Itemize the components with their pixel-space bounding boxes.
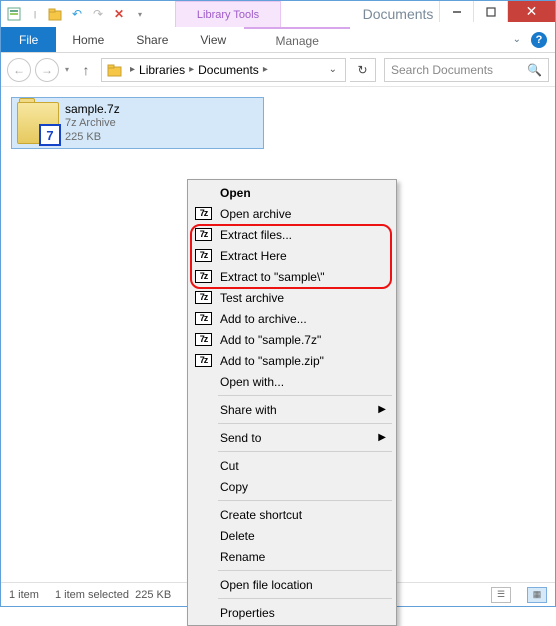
minimize-button[interactable] — [439, 1, 473, 22]
menu-open-file-location[interactable]: Open file location — [190, 574, 394, 595]
7z-icon: 7z — [195, 333, 212, 346]
tab-home[interactable]: Home — [56, 27, 120, 52]
menu-separator — [218, 423, 392, 424]
breadcrumb-separator[interactable]: ▸ — [185, 64, 198, 75]
context-menu: Open 7zOpen archive 7zExtract files... 7… — [187, 179, 397, 626]
7z-icon: 7z — [195, 291, 212, 304]
address-bar: ← → ▾ ↑ ▸ Libraries ▸ Documents ▸ ⌄ ↻ Se… — [1, 53, 555, 87]
breadcrumb-dropdown-icon[interactable]: ⌄ — [323, 64, 343, 75]
menu-separator — [218, 500, 392, 501]
breadcrumb-separator[interactable]: ▸ — [259, 64, 272, 75]
tab-manage[interactable]: Manage — [244, 27, 350, 52]
archive-file-icon: 7 — [17, 102, 59, 144]
menu-delete[interactable]: Delete — [190, 525, 394, 546]
menu-separator — [218, 451, 392, 452]
explorer-window: | ↶ ↷ ✕ ▾ Library Tools Documents ✕ File… — [0, 0, 556, 607]
undo-icon[interactable]: ↶ — [68, 5, 86, 23]
menu-open-archive[interactable]: 7zOpen archive — [190, 203, 394, 224]
tiles-view-button[interactable]: ▦ — [527, 587, 547, 603]
file-size: 225 KB — [65, 130, 120, 144]
new-folder-icon[interactable] — [47, 5, 65, 23]
breadcrumb-libraries[interactable]: Libraries — [139, 63, 185, 77]
qat-divider: | — [26, 5, 44, 23]
menu-open-with[interactable]: Open with... — [190, 371, 394, 392]
menu-add-to-zip[interactable]: 7zAdd to "sample.zip" — [190, 350, 394, 371]
menu-separator — [218, 570, 392, 571]
status-selected: 1 item selected 225 KB — [55, 589, 171, 601]
7z-icon: 7z — [195, 354, 212, 367]
quick-access-toolbar: | ↶ ↷ ✕ ▾ — [1, 1, 153, 27]
back-button[interactable]: ← — [7, 58, 31, 82]
menu-send-to[interactable]: Send to▶ — [190, 427, 394, 448]
delete-qat-icon[interactable]: ✕ — [110, 5, 128, 23]
menu-copy[interactable]: Copy — [190, 476, 394, 497]
nav-history-dropdown-icon[interactable]: ▾ — [63, 65, 71, 74]
7z-icon: 7z — [195, 270, 212, 283]
search-placeholder: Search Documents — [391, 63, 493, 77]
content-area[interactable]: 7 sample.7z 7z Archive 225 KB Open 7zOpe… — [1, 87, 555, 582]
file-item-sample-7z[interactable]: 7 sample.7z 7z Archive 225 KB — [11, 97, 264, 149]
tab-view[interactable]: View — [184, 27, 242, 52]
window-controls: ✕ — [439, 1, 555, 22]
menu-test-archive[interactable]: 7zTest archive — [190, 287, 394, 308]
menu-add-to-archive[interactable]: 7zAdd to archive... — [190, 308, 394, 329]
menu-extract-files[interactable]: 7zExtract files... — [190, 224, 394, 245]
7z-icon: 7z — [195, 249, 212, 262]
ribbon-collapse-icon[interactable]: ⌄ — [513, 34, 521, 45]
submenu-arrow-icon: ▶ — [378, 404, 386, 415]
search-input[interactable]: Search Documents 🔍 — [384, 58, 549, 82]
qat-dropdown-icon[interactable]: ▾ — [131, 5, 149, 23]
properties-icon[interactable] — [5, 5, 23, 23]
breadcrumb-documents[interactable]: Documents — [198, 63, 259, 77]
help-icon[interactable]: ? — [531, 32, 547, 48]
refresh-button[interactable]: ↻ — [350, 58, 376, 82]
submenu-arrow-icon: ▶ — [378, 432, 386, 443]
menu-open[interactable]: Open — [190, 182, 394, 203]
menu-rename[interactable]: Rename — [190, 546, 394, 567]
tab-share[interactable]: Share — [120, 27, 184, 52]
location-icon — [106, 61, 124, 79]
menu-share-with[interactable]: Share with▶ — [190, 399, 394, 420]
7z-icon: 7z — [195, 207, 212, 220]
titlebar: | ↶ ↷ ✕ ▾ Library Tools Documents ✕ — [1, 1, 555, 27]
menu-extract-here[interactable]: 7zExtract Here — [190, 245, 394, 266]
breadcrumb[interactable]: ▸ Libraries ▸ Documents ▸ ⌄ — [101, 58, 346, 82]
status-item-count: 1 item — [9, 589, 39, 601]
menu-properties[interactable]: Properties — [190, 602, 394, 623]
7z-icon: 7z — [195, 228, 212, 241]
menu-cut[interactable]: Cut — [190, 455, 394, 476]
tab-file[interactable]: File — [1, 27, 56, 52]
up-button[interactable]: ↑ — [75, 59, 97, 81]
menu-separator — [218, 395, 392, 396]
ribbon-tabs: File Home Share View Manage ⌄ ? — [1, 27, 555, 53]
file-type: 7z Archive — [65, 116, 120, 130]
details-view-button[interactable]: ☰ — [491, 587, 511, 603]
search-icon: 🔍 — [527, 63, 542, 77]
breadcrumb-separator[interactable]: ▸ — [126, 64, 139, 75]
forward-button: → — [35, 58, 59, 82]
menu-create-shortcut[interactable]: Create shortcut — [190, 504, 394, 525]
close-button[interactable]: ✕ — [507, 1, 555, 22]
menu-separator — [218, 598, 392, 599]
library-tools-contextual-tab: Library Tools — [175, 1, 281, 27]
menu-extract-to[interactable]: 7zExtract to "sample\" — [190, 266, 394, 287]
file-meta: sample.7z 7z Archive 225 KB — [65, 102, 120, 144]
7z-icon: 7z — [195, 312, 212, 325]
file-name: sample.7z — [65, 102, 120, 116]
redo-icon: ↷ — [89, 5, 107, 23]
maximize-button[interactable] — [473, 1, 507, 22]
menu-add-to-7z[interactable]: 7zAdd to "sample.7z" — [190, 329, 394, 350]
